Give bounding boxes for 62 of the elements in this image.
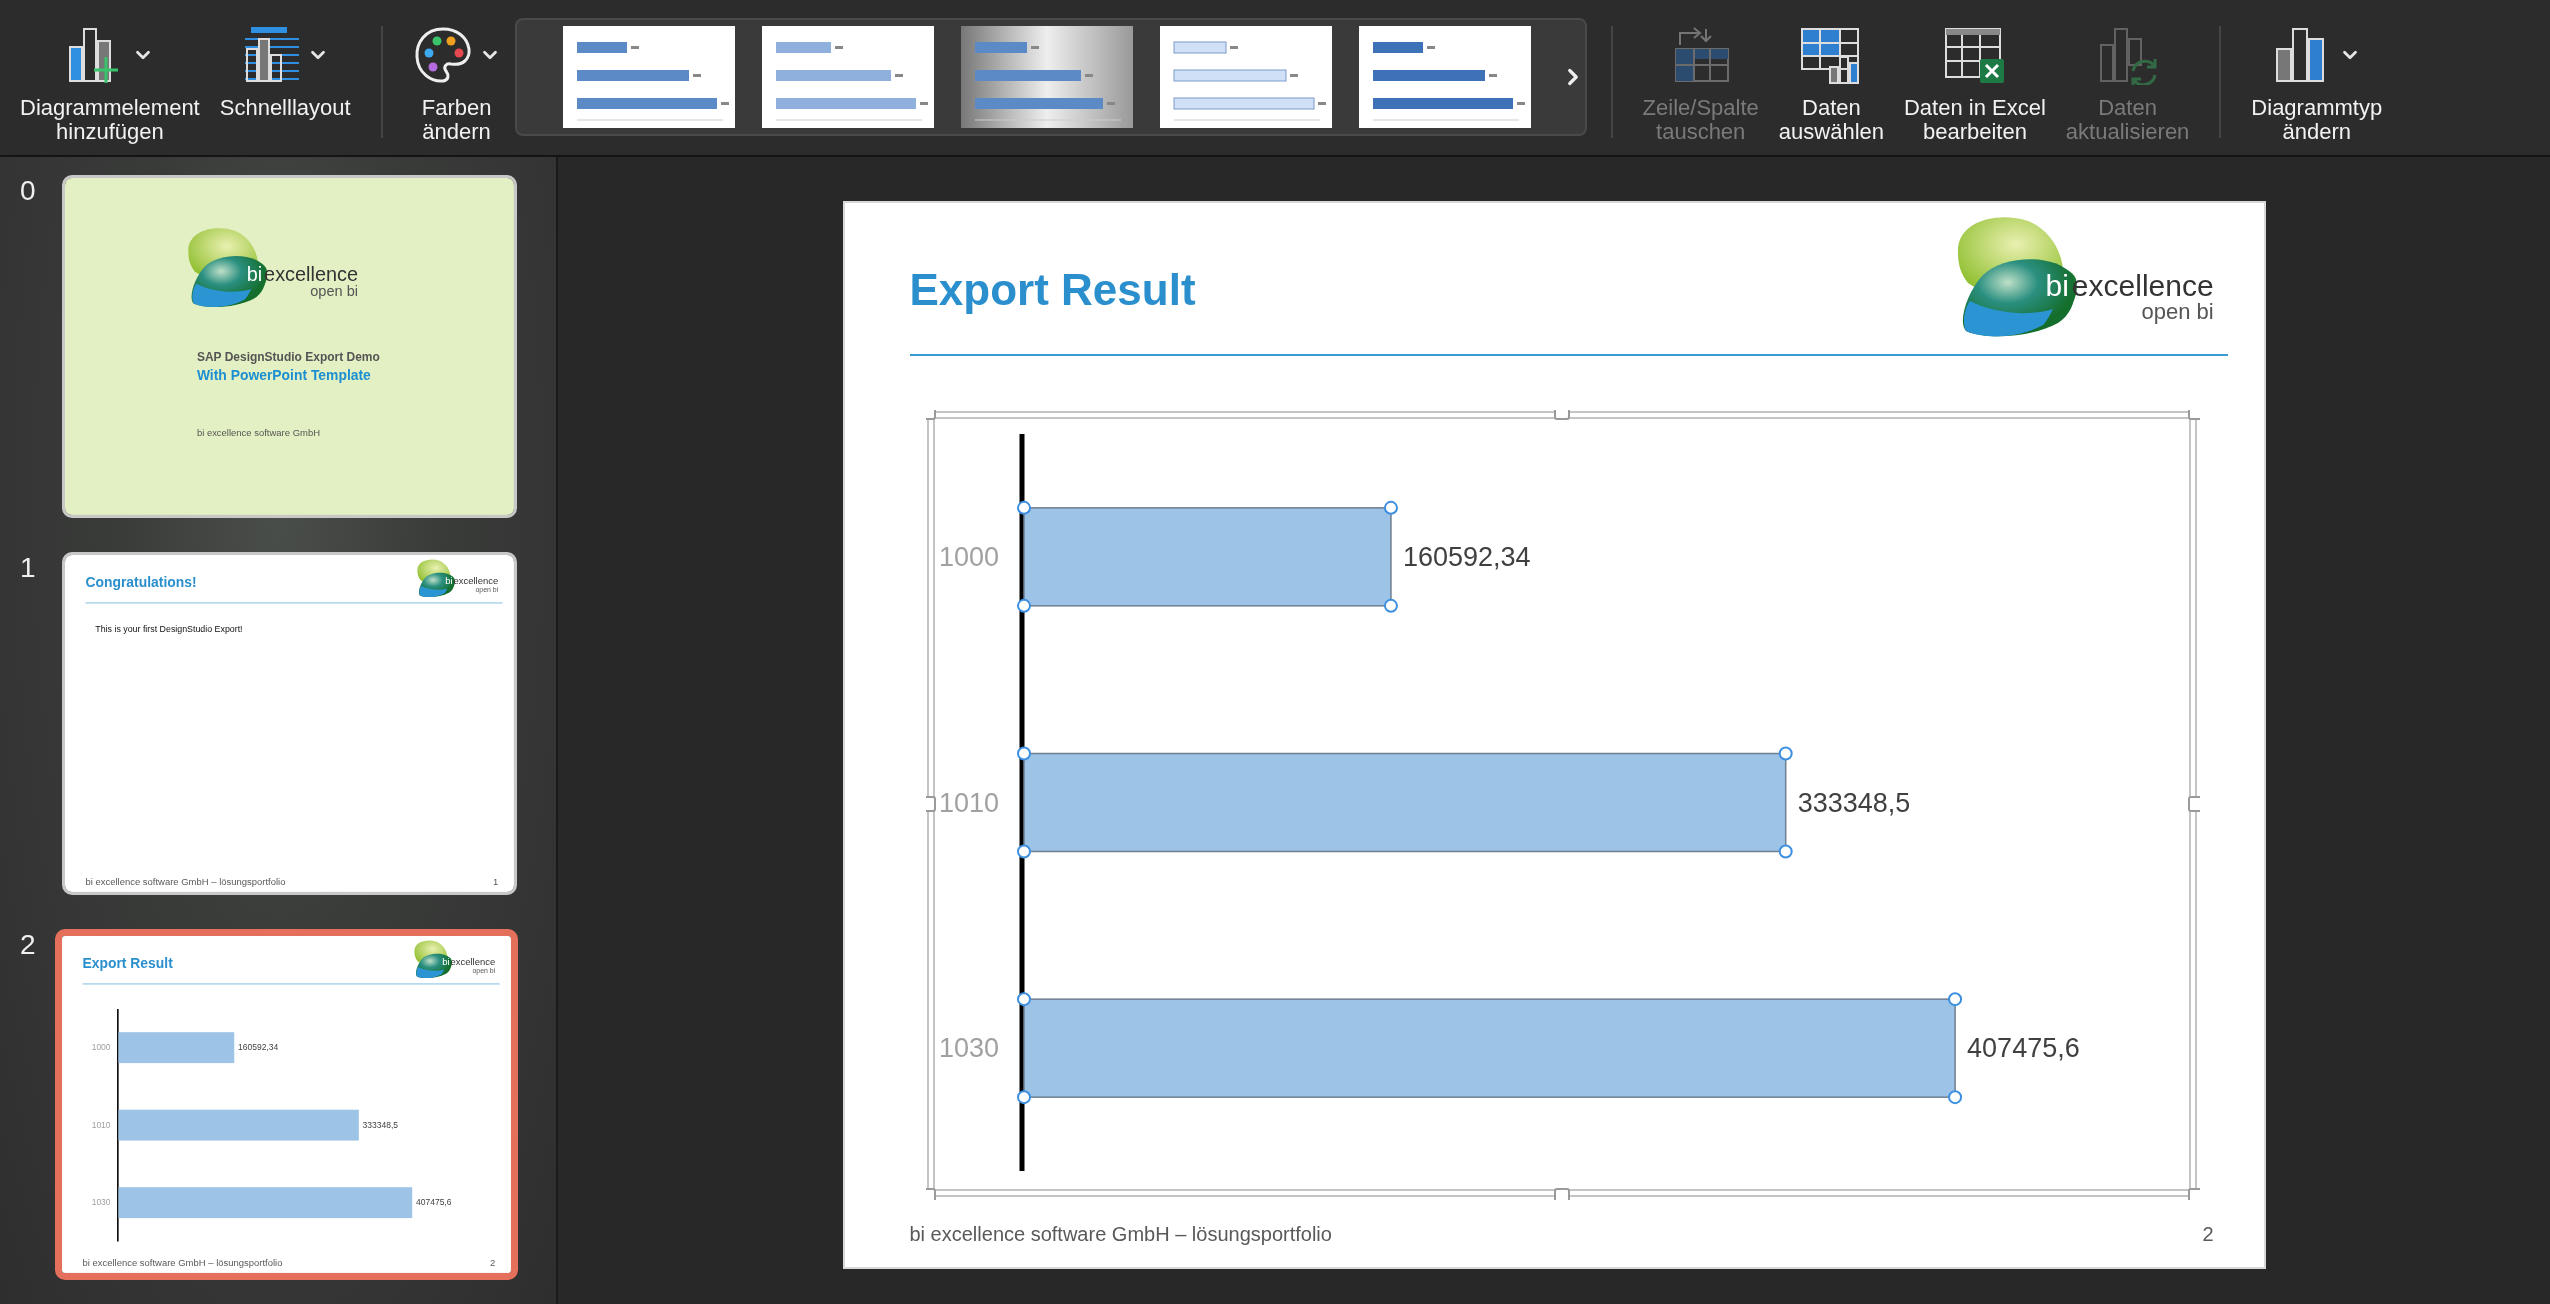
category-label: 1030 <box>938 1033 999 1064</box>
bar-handle[interactable] <box>1016 1090 1031 1105</box>
ribbon-button[interactable]: Schnelllayout <box>213 18 357 124</box>
slide-heading: SAP DesignStudio Export Demo <box>196 350 381 365</box>
slide-number: 1 <box>19 552 37 584</box>
slide-number: 0 <box>19 175 37 207</box>
value-label: 333348,5 <box>362 1120 399 1130</box>
bar-handle[interactable] <box>1947 1090 1962 1105</box>
logo-tagline: open bi <box>310 283 359 299</box>
ribbon-button[interactable]: Diagrammelement hinzufügen <box>14 18 206 148</box>
bar-handle[interactable] <box>1947 992 1962 1007</box>
spreadsheet-icon <box>1943 25 2006 85</box>
chart-style-preview[interactable] <box>562 26 735 128</box>
logo-text: bi <box>442 957 450 967</box>
slide-title: Congratulations! <box>85 574 197 591</box>
slide-title: Export Result <box>909 265 1196 315</box>
resize-handle[interactable] <box>1553 410 1570 420</box>
palette-icon <box>412 25 473 85</box>
bar-handle[interactable] <box>1383 500 1398 515</box>
bar-handle[interactable] <box>1778 844 1793 859</box>
logo-tagline: open bi <box>2141 301 2214 323</box>
logo-text: bi <box>2045 271 2069 301</box>
slide-text: This is your first DesignStudio Export! <box>95 624 244 635</box>
value-label: 160592,34 <box>1402 541 1531 572</box>
chart-style-preview[interactable] <box>960 26 1133 128</box>
logo-text: bi <box>246 263 263 284</box>
chart-style-preview[interactable] <box>1358 26 1531 128</box>
slide-subheading: With PowerPoint Template <box>196 367 372 384</box>
category-label: 1030 <box>91 1197 111 1208</box>
value-label: 407475,6 <box>416 1197 452 1208</box>
value-label: 333348,5 <box>1797 787 1910 818</box>
bar-handle[interactable] <box>1016 992 1031 1007</box>
bar-handle[interactable] <box>1016 746 1031 761</box>
company-name: bi excellence software GmbH <box>196 427 321 439</box>
slide-footer: bi excellence software GmbH – lösungsportfolio <box>909 1222 1332 1246</box>
ribbon-button[interactable]: Diagrammtyp ändern <box>2245 18 2389 148</box>
category-label: 1000 <box>91 1042 111 1053</box>
bar-handle[interactable] <box>1016 598 1031 613</box>
resize-handle[interactable] <box>2187 796 2200 812</box>
ribbon-button[interactable]: Daten auswählen <box>1772 18 1890 148</box>
slide-number: 2 <box>19 929 37 961</box>
resize-handle[interactable] <box>925 796 936 812</box>
ribbon-button[interactable]: Farben ändern <box>406 18 507 148</box>
ribbon-button[interactable]: Daten in Excel bearbeiten <box>1898 18 2052 148</box>
logo-text: bi <box>445 576 453 586</box>
value-label: 407475,6 <box>1966 1033 2080 1064</box>
category-label: 1010 <box>938 787 999 818</box>
bar-handle[interactable] <box>1778 746 1793 761</box>
page-number: 1 <box>492 876 499 887</box>
resize-handle[interactable] <box>1553 1188 1570 1200</box>
value-label: 160592,34 <box>238 1042 279 1053</box>
bar-handle[interactable] <box>1016 500 1031 515</box>
bar-handle[interactable] <box>1016 844 1031 859</box>
slide-footer: bi excellence software GmbH – lösungsportfolio <box>82 1257 283 1268</box>
slide-footer: bi excellence software GmbH – lösungsportfolio <box>85 876 286 887</box>
bar-handle[interactable] <box>1383 598 1398 613</box>
chart-style-preview[interactable] <box>761 26 934 128</box>
page-number: 2 <box>2202 1222 2214 1246</box>
category-label: 1000 <box>938 541 999 572</box>
page-number: 2 <box>489 1257 496 1268</box>
slide-title: Export Result <box>82 955 173 972</box>
category-label: 1010 <box>91 1120 111 1130</box>
